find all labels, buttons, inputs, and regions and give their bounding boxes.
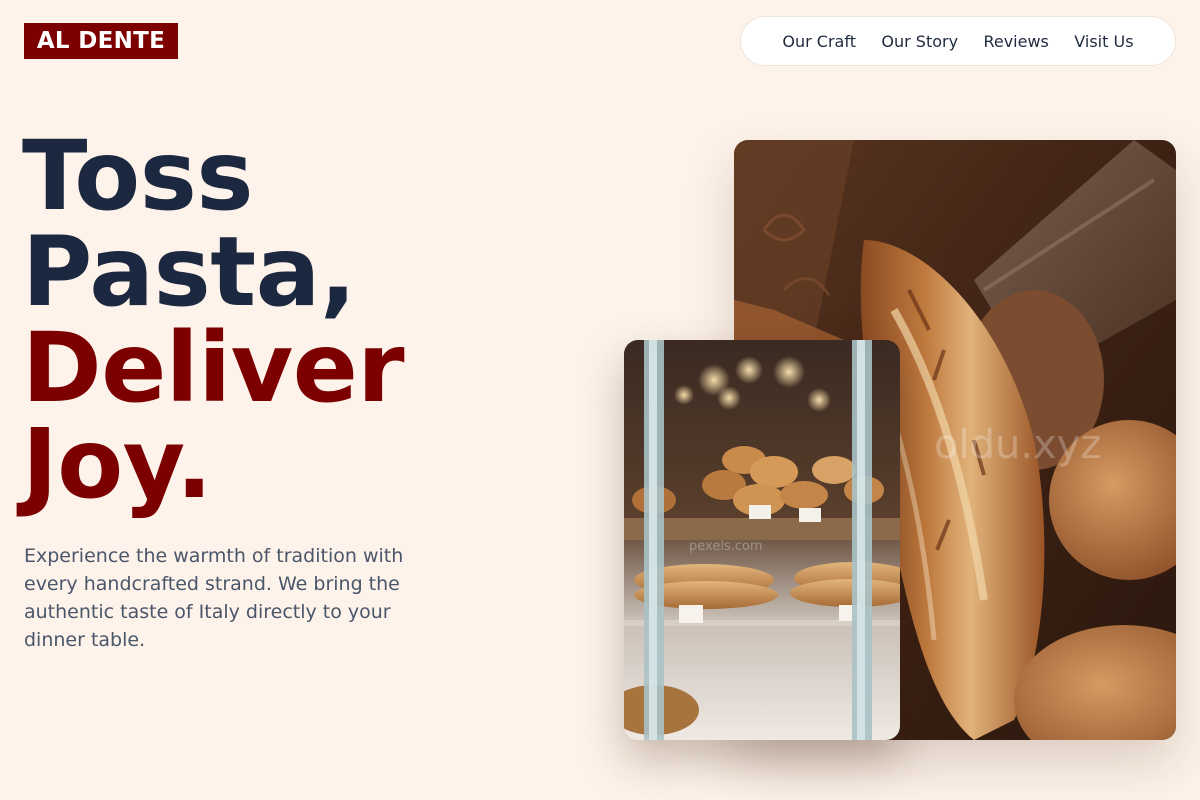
headline-line-1: Toss [22, 120, 253, 232]
bakery-case-illustration: pexels.com [624, 340, 900, 740]
brand-logo[interactable]: AL DENTE [24, 23, 178, 59]
svg-text:oldu.xyz: oldu.xyz [934, 422, 1101, 468]
main-nav: Our Craft Our Story Reviews Visit Us [740, 16, 1176, 66]
hero-description: Experience the warmth of tradition with … [24, 545, 404, 651]
nav-link-visit-us[interactable]: Visit Us [1074, 32, 1133, 51]
hero-headline: Toss Pasta, Deliver Joy. [22, 120, 405, 520]
bakery-display-case-photo: pexels.com [624, 340, 900, 740]
nav-link-our-story[interactable]: Our Story [881, 32, 958, 51]
nav-link-our-craft[interactable]: Our Craft [782, 32, 856, 51]
svg-text:pexels.com: pexels.com [689, 539, 763, 554]
nav-link-reviews[interactable]: Reviews [983, 32, 1048, 51]
headline-line-2: Pasta, [22, 216, 356, 328]
headline-line-3: Deliver [22, 312, 405, 424]
headline-line-4: Joy. [22, 408, 212, 520]
